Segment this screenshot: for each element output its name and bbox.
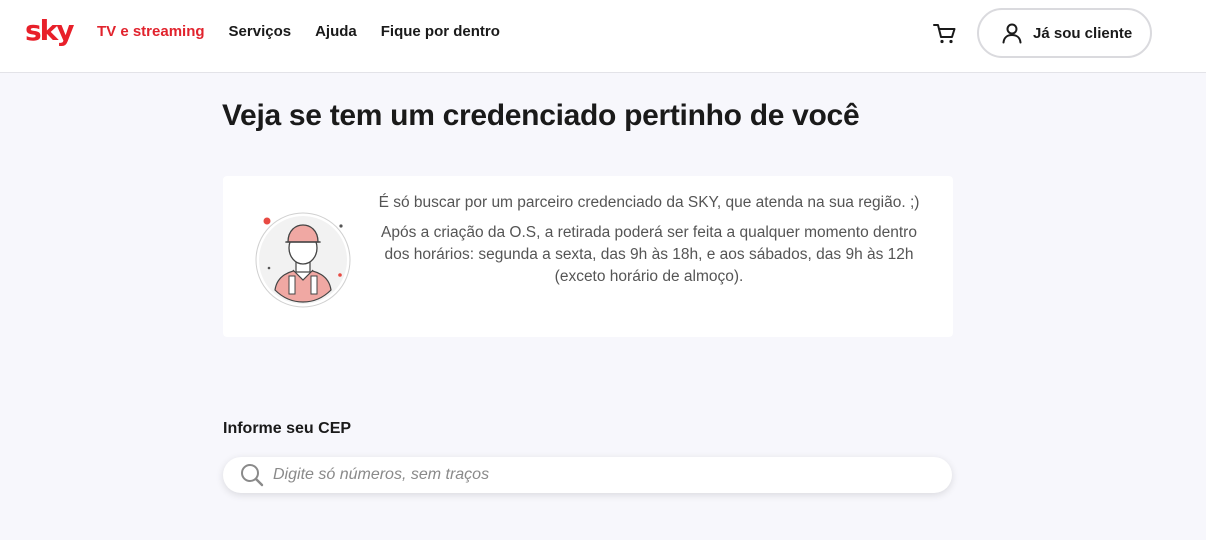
- main-nav: TV e streaming Serviços Ajuda Fique por …: [97, 22, 500, 42]
- page-title: Veja se tem um credenciado pertinho de v…: [222, 99, 860, 132]
- cep-label: Informe seu CEP: [223, 420, 352, 437]
- login-button-label: Já sou cliente: [1033, 24, 1133, 42]
- cart-icon: [933, 24, 956, 44]
- nav-item-servicos[interactable]: Serviços: [229, 22, 292, 42]
- cart-button[interactable]: [932, 21, 958, 47]
- cep-search-box[interactable]: [223, 457, 952, 493]
- technician-illustration: [255, 212, 351, 308]
- cep-input[interactable]: [273, 460, 952, 490]
- user-icon: [1002, 23, 1022, 44]
- info-paragraph-2: Após a criação da O.S, a retirada poderá…: [381, 224, 917, 285]
- info-paragraph-1: É só buscar por um parceiro credenciado …: [378, 194, 920, 211]
- search-icon: [241, 464, 264, 487]
- info-card: É só buscar por um parceiro credenciado …: [223, 176, 953, 337]
- login-button[interactable]: Já sou cliente: [977, 8, 1152, 58]
- nav-item-fique-por-dentro[interactable]: Fique por dentro: [381, 22, 500, 42]
- info-text: É só buscar por um parceiro credenciado …: [373, 192, 925, 288]
- nav-item-tv-e-streaming[interactable]: TV e streaming: [97, 22, 205, 42]
- sky-logo[interactable]: sky: [25, 14, 75, 48]
- top-navigation-bar: sky TV e streaming Serviços Ajuda Fique …: [0, 0, 1206, 73]
- nav-item-ajuda[interactable]: Ajuda: [315, 22, 357, 42]
